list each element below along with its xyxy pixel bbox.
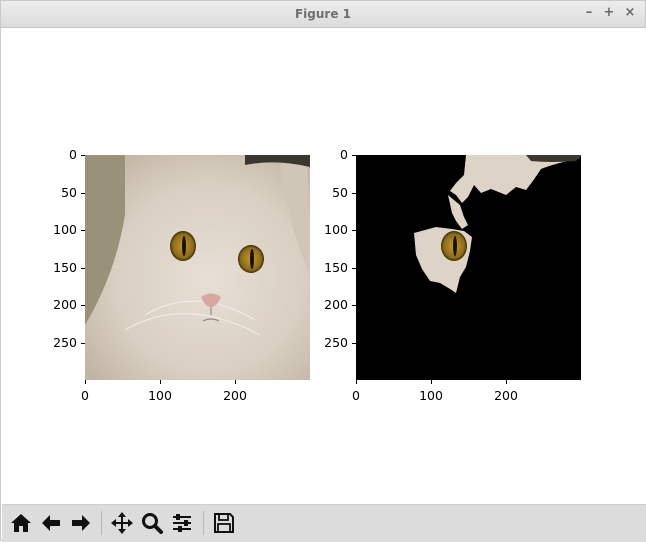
y-tick-label: 200 <box>53 297 77 312</box>
toolbar-separator <box>203 511 204 535</box>
y-tick-mark <box>352 155 356 156</box>
x-tick-mark <box>356 380 357 384</box>
arrow-left-icon <box>42 515 60 531</box>
masked-cat-image <box>356 155 581 380</box>
cat-photo-image <box>85 155 310 380</box>
y-tick-label: 250 <box>324 335 348 350</box>
y-tick-mark <box>81 155 85 156</box>
y-tick-label: 0 <box>340 147 348 162</box>
figure-canvas[interactable]: 0 50 100 150 200 250 0 100 200 0 50 100 … <box>2 28 646 504</box>
y-tick-label: 150 <box>53 260 77 275</box>
x-tick-mark <box>235 380 236 384</box>
y-tick-mark <box>352 343 356 344</box>
zoom-button[interactable] <box>139 509 165 537</box>
pan-button[interactable] <box>109 509 135 537</box>
home-icon <box>11 514 31 532</box>
toolbar-separator <box>101 511 102 535</box>
y-tick-mark <box>81 230 85 231</box>
x-tick-mark <box>431 380 432 384</box>
x-tick-label: 200 <box>223 388 247 403</box>
figure-window: Figure 1 – + × 0 50 100 150 200 250 0 10… <box>0 0 646 542</box>
y-tick-mark <box>352 305 356 306</box>
left-axes[interactable] <box>85 155 310 380</box>
y-tick-label: 50 <box>332 185 348 200</box>
y-tick-label: 0 <box>69 147 77 162</box>
x-tick-label: 0 <box>81 388 89 403</box>
y-tick-mark <box>352 230 356 231</box>
y-tick-label: 100 <box>53 222 77 237</box>
x-tick-label: 0 <box>352 388 360 403</box>
y-tick-mark <box>81 305 85 306</box>
y-tick-label: 200 <box>324 297 348 312</box>
y-tick-mark <box>81 193 85 194</box>
sliders-icon <box>173 514 191 532</box>
forward-button[interactable] <box>68 509 94 537</box>
y-tick-label: 100 <box>324 222 348 237</box>
x-tick-label: 100 <box>419 388 443 403</box>
close-button[interactable]: × <box>622 5 638 21</box>
x-tick-mark <box>506 380 507 384</box>
y-tick-label: 150 <box>324 260 348 275</box>
x-tick-mark <box>160 380 161 384</box>
minimize-button[interactable]: – <box>581 5 597 21</box>
y-tick-mark <box>352 193 356 194</box>
y-tick-mark <box>81 343 85 344</box>
save-button[interactable] <box>211 509 237 537</box>
navigation-toolbar <box>2 504 646 542</box>
x-tick-mark <box>85 380 86 384</box>
title-bar[interactable]: Figure 1 – + × <box>1 1 645 28</box>
x-tick-label: 100 <box>148 388 172 403</box>
right-axes[interactable] <box>356 155 581 380</box>
arrow-right-icon <box>72 515 90 531</box>
y-tick-label: 50 <box>61 185 77 200</box>
configure-subplots-button[interactable] <box>169 509 195 537</box>
y-tick-label: 250 <box>53 335 77 350</box>
home-button[interactable] <box>8 509 34 537</box>
move-icon <box>111 512 133 534</box>
window-title: Figure 1 <box>294 7 352 21</box>
x-tick-label: 200 <box>494 388 518 403</box>
y-tick-mark <box>81 268 85 269</box>
y-tick-mark <box>352 268 356 269</box>
magnifier-icon <box>142 513 163 534</box>
maximize-button[interactable]: + <box>601 5 617 21</box>
back-button[interactable] <box>38 509 64 537</box>
floppy-disk-icon <box>214 513 234 533</box>
